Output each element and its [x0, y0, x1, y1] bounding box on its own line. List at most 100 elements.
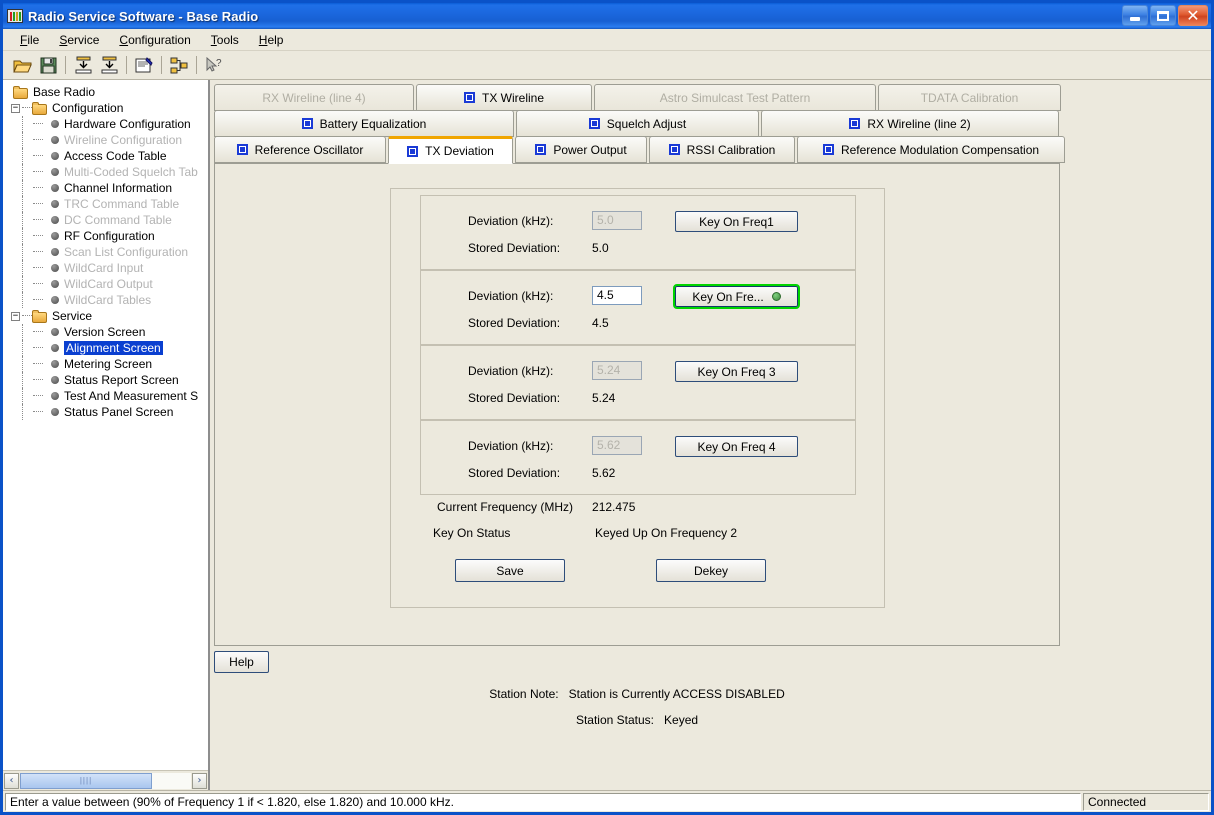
- deviation-group-1: Deviation (kHz): 5.0 Key On Freq1 Stored De…: [420, 195, 856, 270]
- menu-item-tools[interactable]: Tools: [202, 31, 248, 49]
- menu-item-configuration[interactable]: Configuration: [110, 31, 199, 49]
- stored-deviation-row: Stored Deviation: 5.62: [468, 466, 615, 480]
- navigation-tree[interactable]: Base Radio − Configuration Hardware Configu…: [3, 80, 208, 770]
- read-from-radio-icon[interactable]: [70, 53, 96, 77]
- tree-item-label: Status Panel Screen: [64, 405, 174, 419]
- tree-item-label: Status Report Screen: [64, 373, 179, 387]
- station-note-label: Station Note:: [489, 687, 559, 701]
- minimize-button[interactable]: [1122, 5, 1148, 26]
- connection-status: Connected: [1083, 792, 1209, 811]
- tab-indicator-icon: [588, 118, 600, 129]
- save-button[interactable]: Save: [455, 559, 565, 582]
- node-bullet-icon: [51, 376, 59, 384]
- scroll-thumb[interactable]: ||||: [20, 772, 152, 789]
- folder-icon: [32, 101, 48, 115]
- tree-item[interactable]: DC Command Table: [9, 212, 208, 228]
- key-on-frequency-button-2[interactable]: Key On Fre...: [673, 284, 800, 309]
- deviation-input-row: Deviation (kHz): 4.5: [468, 286, 642, 305]
- close-button[interactable]: ✕: [1178, 5, 1208, 26]
- tab-rssi-calibration[interactable]: RSSI Calibration: [649, 136, 795, 163]
- key-on-frequency-button-1[interactable]: Key On Freq1: [675, 211, 798, 232]
- tree-item[interactable]: Hardware Configuration: [9, 116, 208, 132]
- tab-tx-deviation[interactable]: TX Deviation: [388, 136, 513, 164]
- tree-horizontal-scrollbar[interactable]: ‹ |||| ›: [3, 770, 208, 790]
- tree-item[interactable]: Scan List Configuration: [9, 244, 208, 260]
- tab-reference-modulation-compensation[interactable]: Reference Modulation Compensation: [797, 136, 1065, 163]
- deviation-input-row: Deviation (kHz): 5.24: [468, 361, 642, 380]
- network-icon[interactable]: [166, 53, 192, 77]
- tree-item[interactable]: Channel Information: [9, 180, 208, 196]
- report-icon[interactable]: [131, 53, 157, 77]
- tab-indicator-icon: [849, 118, 861, 129]
- tree-item[interactable]: TRC Command Table: [9, 196, 208, 212]
- tree-item-label: Multi-Coded Squelch Tab: [64, 165, 198, 179]
- tab-row-1: RX Wireline (line 4) TX Wireline Astro Sim…: [214, 84, 1061, 111]
- help-button[interactable]: Help: [214, 651, 269, 673]
- tree-item-root[interactable]: Base Radio: [9, 84, 208, 100]
- menu-item-help[interactable]: Help: [250, 31, 293, 49]
- tree-item[interactable]: Test And Measurement S: [9, 388, 208, 404]
- deviation-group-3: Deviation (kHz): 5.24 Key On Freq 3 Stored …: [420, 345, 856, 420]
- maximize-button[interactable]: [1150, 5, 1176, 26]
- dekey-button[interactable]: Dekey: [656, 559, 766, 582]
- key-on-frequency-button-3[interactable]: Key On Freq 3: [675, 361, 798, 382]
- tab-squelch-adjust[interactable]: Squelch Adjust: [516, 110, 759, 137]
- tree-item[interactable]: WildCard Input: [9, 260, 208, 276]
- tree-item-label: TRC Command Table: [64, 197, 180, 211]
- station-info: Station Note: Station is Currently ACCES…: [214, 687, 1060, 739]
- tab-rx-wireline-line-2[interactable]: RX Wireline (line 2): [761, 110, 1059, 137]
- menu-item-file[interactable]: File: [11, 31, 48, 49]
- save-icon[interactable]: [35, 53, 61, 77]
- menu-item-service[interactable]: Service: [50, 31, 108, 49]
- help-pointer-icon[interactable]: ?: [201, 53, 227, 77]
- node-bullet-icon: [51, 152, 59, 160]
- tx-deviation-tab-page: Deviation (kHz): 5.0 Key On Freq1 Stored De…: [214, 163, 1060, 646]
- deviation-label: Deviation (kHz):: [468, 288, 554, 303]
- tree-item[interactable]: Access Code Table: [9, 148, 208, 164]
- scroll-track[interactable]: ||||: [20, 772, 191, 789]
- tree-item[interactable]: WildCard Output: [9, 276, 208, 292]
- node-bullet-icon: [51, 344, 59, 352]
- tree-expander-icon[interactable]: −: [11, 103, 20, 113]
- tree-item[interactable]: − Service: [9, 308, 208, 324]
- tab-label: TX Wireline: [481, 90, 544, 105]
- node-bullet-icon: [51, 120, 59, 128]
- deviation-input: 5.62: [592, 436, 642, 455]
- folder-icon: [13, 85, 29, 99]
- tree-expander-icon[interactable]: −: [11, 311, 20, 321]
- node-bullet-icon: [51, 280, 59, 288]
- tree-item[interactable]: − Configuration: [9, 100, 208, 116]
- tree-item[interactable]: WildCard Tables: [9, 292, 208, 308]
- write-to-radio-icon[interactable]: [96, 53, 122, 77]
- tab-label: RSSI Calibration: [686, 142, 776, 157]
- scroll-left-icon[interactable]: ‹: [4, 772, 19, 789]
- tab-indicator-icon: [463, 92, 475, 103]
- close-icon: ✕: [1186, 5, 1200, 25]
- open-icon[interactable]: [9, 53, 35, 77]
- tree-item-label: Access Code Table: [64, 149, 167, 163]
- tree-item[interactable]: Status Report Screen: [9, 372, 208, 388]
- key-on-frequency-button-4[interactable]: Key On Freq 4: [675, 436, 798, 457]
- application-window: Radio Service Software - Base Radio ✕ Fi…: [0, 0, 1214, 815]
- tree-item[interactable]: Wireline Configuration: [9, 132, 208, 148]
- tree-item[interactable]: Alignment Screen: [9, 340, 208, 356]
- tab-battery-equalization[interactable]: Battery Equalization: [214, 110, 514, 137]
- tree-item[interactable]: RF Configuration: [9, 228, 208, 244]
- maximize-icon: [1157, 10, 1169, 21]
- folder-icon: [32, 309, 48, 323]
- window-controls: ✕: [1122, 5, 1208, 26]
- tab-label: Power Output: [553, 142, 627, 157]
- stored-deviation-label: Stored Deviation:: [468, 391, 561, 405]
- stored-deviation-label: Stored Deviation:: [468, 316, 561, 330]
- scroll-right-icon[interactable]: ›: [192, 772, 207, 789]
- tree-item[interactable]: Multi-Coded Squelch Tab: [9, 164, 208, 180]
- tree-item[interactable]: Version Screen: [9, 324, 208, 340]
- tab-reference-oscillator[interactable]: Reference Oscillator: [214, 136, 386, 163]
- deviation-input[interactable]: 4.5: [592, 286, 642, 305]
- tab-power-output[interactable]: Power Output: [515, 136, 647, 163]
- deviation-input: 5.0: [592, 211, 642, 230]
- tree-item[interactable]: Metering Screen: [9, 356, 208, 372]
- tree-item[interactable]: Status Panel Screen: [9, 404, 208, 420]
- tab-indicator-icon: [668, 144, 680, 155]
- tab-tx-wireline[interactable]: TX Wireline: [416, 84, 592, 111]
